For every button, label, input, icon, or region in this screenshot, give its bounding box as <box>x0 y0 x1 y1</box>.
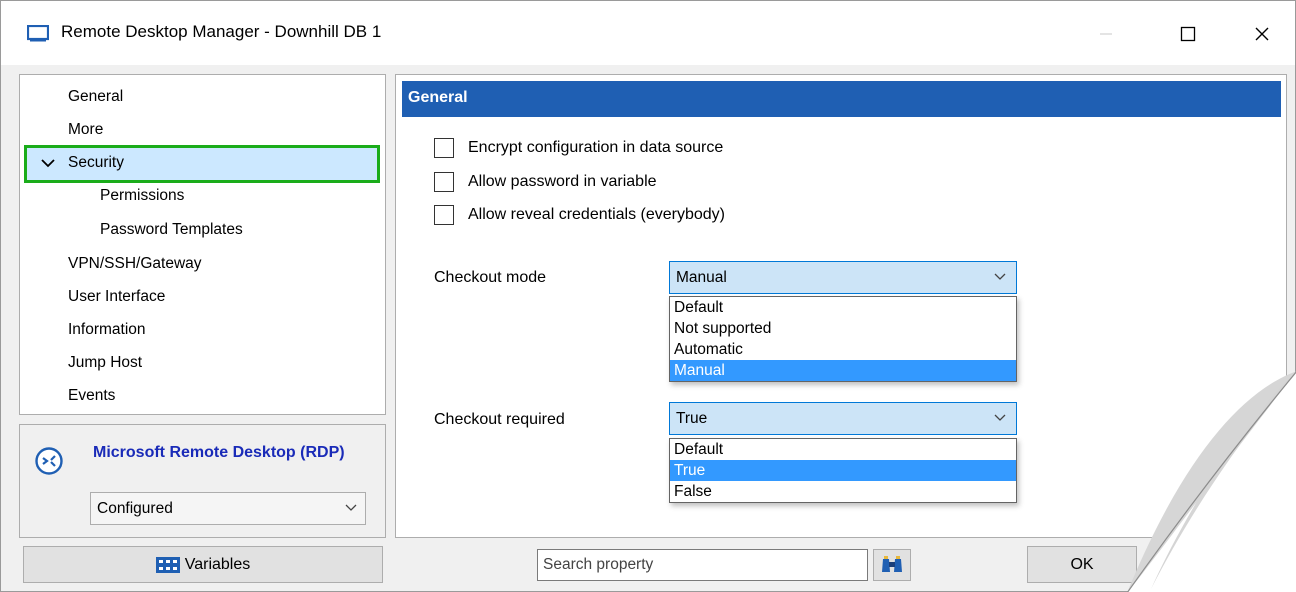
search-property-input[interactable] <box>538 550 867 580</box>
binoculars-icon <box>882 556 902 572</box>
connection-type-panel: Microsoft Remote Desktop (RDP) Configure… <box>19 424 386 538</box>
dropdown-option[interactable]: Default <box>670 297 1016 318</box>
connection-status-select[interactable]: Configured <box>90 492 366 525</box>
settings-nav-tree: General More Security Permissions Passwo… <box>19 74 386 415</box>
chevron-down-icon <box>994 273 1006 280</box>
dropdown-option[interactable]: Default <box>670 439 1016 460</box>
checkout-required-dropdown[interactable]: True <box>669 402 1017 435</box>
checkout-required-value: True <box>676 410 708 427</box>
dropdown-option-selected[interactable]: Manual <box>670 360 1016 381</box>
nav-item-information[interactable]: Information <box>68 321 146 339</box>
nav-item-general[interactable]: General <box>68 88 123 106</box>
connection-type-title: Microsoft Remote Desktop (RDP) <box>93 444 345 461</box>
maximize-button[interactable] <box>1165 15 1211 53</box>
section-title: General <box>408 89 468 106</box>
checkbox-label: Allow password in variable <box>468 173 657 190</box>
title-bar: Remote Desktop Manager - Downhill DB 1 <box>1 1 1295 65</box>
nav-item-events[interactable]: Events <box>68 387 115 405</box>
checkout-mode-options-list: Default Not supported Automatic Manual <box>669 296 1017 382</box>
close-icon <box>1255 27 1269 41</box>
dropdown-option[interactable]: Automatic <box>670 339 1016 360</box>
nav-item-more[interactable]: More <box>68 121 103 139</box>
close-button[interactable] <box>1239 15 1285 53</box>
minimize-button[interactable] <box>1083 15 1129 53</box>
settings-content-panel: General Encrypt configuration in data so… <box>395 74 1287 538</box>
dropdown-option[interactable]: False <box>670 481 1016 502</box>
checkbox-label: Encrypt configuration in data source <box>468 139 724 156</box>
chevron-down-icon <box>994 414 1006 421</box>
find-button[interactable] <box>873 549 911 581</box>
nav-item-vpn-ssh-gateway[interactable]: VPN/SSH/Gateway <box>68 255 202 273</box>
checkout-required-label: Checkout required <box>434 411 565 428</box>
allow-password-in-variable-checkbox[interactable] <box>434 172 454 192</box>
variables-button-label: Variables <box>184 555 251 573</box>
checkout-mode-dropdown[interactable]: Manual <box>669 261 1017 294</box>
dropdown-option-selected[interactable]: True <box>670 460 1016 481</box>
window-title: Remote Desktop Manager - Downhill DB 1 <box>61 22 382 41</box>
chevron-down-icon[interactable] <box>40 156 56 170</box>
nav-item-permissions[interactable]: Permissions <box>100 187 184 205</box>
encrypt-configuration-checkbox[interactable] <box>434 138 454 158</box>
variables-button[interactable]: Variables <box>23 546 383 583</box>
remote-desktop-app-icon <box>27 25 49 42</box>
checkout-mode-value: Manual <box>676 269 727 286</box>
remote-desktop-icon <box>35 447 63 475</box>
section-header: General <box>402 81 1281 117</box>
allow-reveal-credentials-option[interactable]: Allow reveal credentials (everybody) <box>434 204 725 226</box>
minimize-icon <box>1100 33 1112 35</box>
ok-button[interactable]: OK <box>1027 546 1137 583</box>
search-property-box[interactable] <box>537 549 868 581</box>
grid-variables-icon <box>155 556 180 573</box>
dialog-window: Remote Desktop Manager - Downhill DB 1 G… <box>0 0 1296 592</box>
checkout-mode-label: Checkout mode <box>434 269 547 286</box>
connection-status-value: Configured <box>97 500 173 517</box>
dropdown-option[interactable]: Not supported <box>670 318 1016 339</box>
nav-item-jump-host[interactable]: Jump Host <box>68 354 142 372</box>
nav-item-user-interface[interactable]: User Interface <box>68 288 165 306</box>
allow-reveal-credentials-checkbox[interactable] <box>434 205 454 225</box>
encrypt-configuration-option[interactable]: Encrypt configuration in data source <box>434 137 723 159</box>
maximize-icon <box>1180 26 1196 42</box>
checkbox-label: Allow reveal credentials (everybody) <box>468 206 725 223</box>
allow-password-in-variable-option[interactable]: Allow password in variable <box>434 171 657 193</box>
checkout-required-options-list: Default True False <box>669 438 1017 503</box>
nav-item-password-templates[interactable]: Password Templates <box>100 221 243 239</box>
nav-item-security[interactable]: Security <box>68 154 124 172</box>
chevron-down-icon <box>345 504 357 511</box>
